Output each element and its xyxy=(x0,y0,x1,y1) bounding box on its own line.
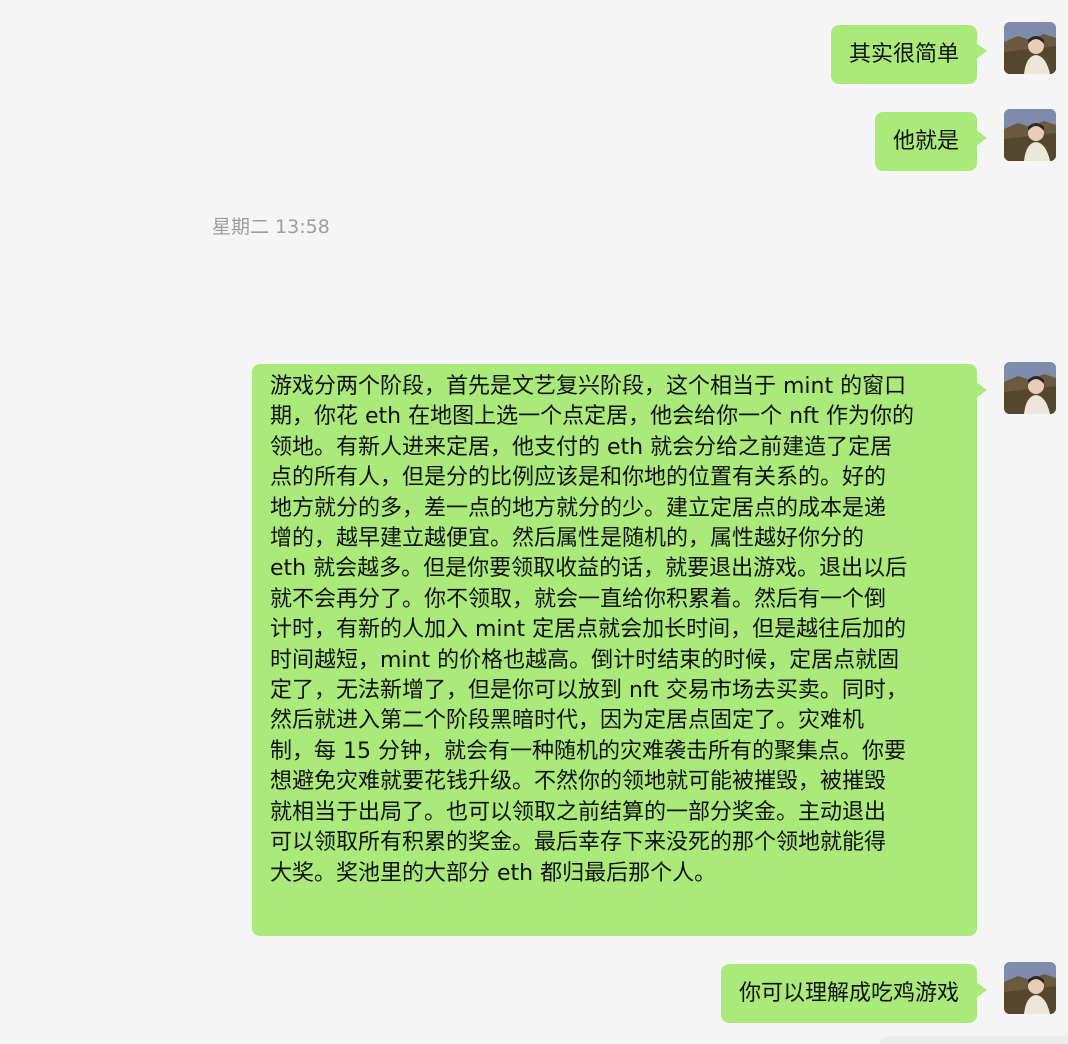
message-bubble-long[interactable]: 游戏分两个阶段，首先是文艺复兴阶段，这个相当于 mint 的窗口 期，你花 et… xyxy=(252,364,987,936)
message-line: 可以领取所有积累的奖金。最后幸存下来没死的那个领地就能得 xyxy=(270,830,887,856)
message-line: 计时，有新的人加入 mint 定居点就会加长时间，但是越往后加的 xyxy=(270,617,907,643)
message-line: 游戏分两个阶段，首先是文艺复兴阶段，这个相当于 mint 的窗口 xyxy=(270,374,907,399)
message-line: 地方就分的多，差一点的地方就分的少。建立定居点的成本是递 xyxy=(270,495,887,521)
message-line: eth 就会越多。但是你要领取收益的话，就要退出游戏。退出以后 xyxy=(270,556,908,582)
message-line: 点的所有人，但是分的比例应该是和你地的位置有关系的。好的 xyxy=(270,465,887,491)
user-avatar[interactable] xyxy=(1004,962,1056,1014)
message-bubble[interactable]: 你可以理解成吃鸡游戏 xyxy=(720,964,988,1023)
message-line: 领地。有新人进来定居，他支付的 eth 就会分给之前建造了定居 xyxy=(270,434,893,460)
message-line: 然后就进入第二个阶段黑暗时代，因为定居点固定了。灾难机 xyxy=(270,708,865,734)
message-line: 想避免灾难就要花钱升级。不然你的领地就可能被摧毁，被摧毁 xyxy=(270,769,887,795)
avatar-photo-icon xyxy=(1004,22,1056,74)
avatar-photo-icon xyxy=(1004,362,1056,414)
message-line: 大奖。奖池里的大部分 eth 都归最后那个人。 xyxy=(270,860,717,886)
user-avatar[interactable] xyxy=(1004,109,1056,161)
message-bubble[interactable]: 其实很简单 xyxy=(830,25,988,84)
message-line: 就相当于出局了。也可以领取之前结算的一部分奖金。主动退出 xyxy=(270,799,887,825)
chat-window: 其实很简单 他就是 星期二 13:58 游戏分两个阶段，首先是文艺复兴阶段，这个… xyxy=(0,0,1068,1044)
user-avatar[interactable] xyxy=(1004,362,1056,414)
avatar-photo-icon xyxy=(1004,109,1056,161)
message-line: 制，每 15 分钟，就会有一种随机的灾难袭击所有的聚集点。你要 xyxy=(270,738,906,764)
message-line: 时间越短，mint 的价格也越高。倒计时结束的时候，定居点就固 xyxy=(270,647,900,673)
message-line: 期，你花 eth 在地图上选一个点定居，他会给你一个 nft 作为你的 xyxy=(270,404,915,430)
avatar-photo-icon xyxy=(1004,962,1056,1014)
input-area-edge xyxy=(880,1036,1068,1044)
message-bubble[interactable]: 他就是 xyxy=(874,112,988,171)
message-timestamp: 星期二 13:58 xyxy=(212,216,330,238)
user-avatar[interactable] xyxy=(1004,22,1056,74)
message-line: 定了，无法新增了，但是你可以放到 nft 交易市场去买卖。同时， xyxy=(270,678,908,704)
message-line: 就不会再分了。你不领取，就会一直给你积累着。然后有一个倒 xyxy=(270,586,887,612)
message-line: 增的，越早建立越便宜。然后属性是随机的，属性越好你分的 xyxy=(270,526,865,552)
